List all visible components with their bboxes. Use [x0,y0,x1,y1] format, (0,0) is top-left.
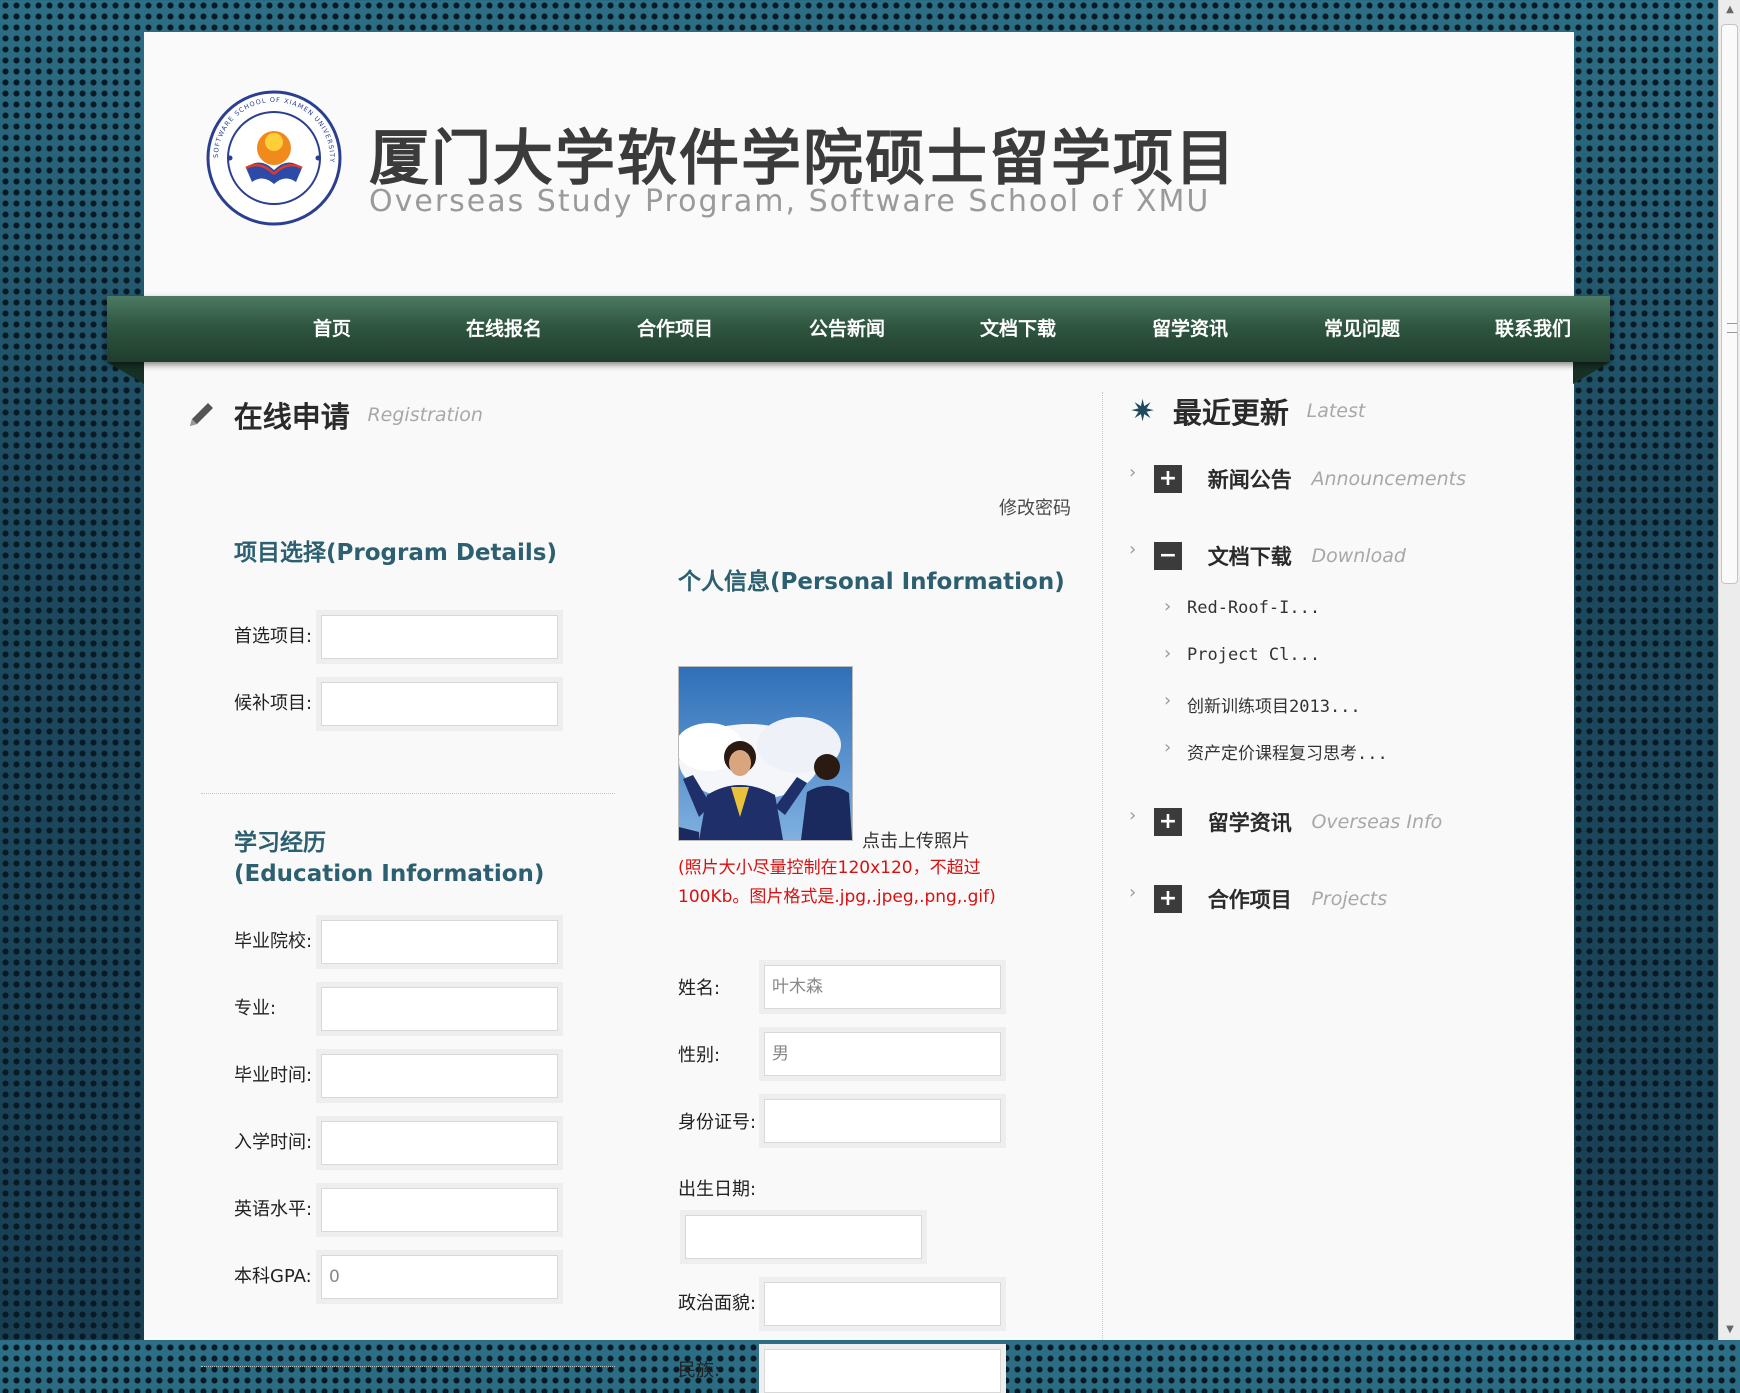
sidebar-item-label-en: Overseas Info [1311,811,1443,833]
scrollbar-grip-icon [1727,323,1737,333]
gender-label: 性别: [678,1045,721,1066]
political-status-field[interactable] [764,1282,1001,1326]
school-field[interactable] [321,920,558,964]
graduation-date-field[interactable] [321,1054,558,1098]
personal-info-title: 个人信息(Personal Information) [678,569,1065,595]
expand-icon[interactable]: + [1154,465,1182,493]
section-separator-2 [201,1366,615,1367]
chevron-right-icon: › [1129,539,1137,560]
chevron-right-icon: › [1164,643,1172,664]
gpa-label: 本科GPA: [234,1266,312,1287]
sidebar-item-label-en: Download [1311,545,1406,567]
birth-date-label: 出生日期: [678,1179,757,1200]
download-link[interactable]: Project Cl... [1187,645,1320,665]
main-content: 在线申请 Registration 修改密码 项目选择(Program Deta… [144,390,1574,1393]
graduation-date-label: 毕业时间: [234,1065,313,1086]
scrollbar-thumb[interactable] [1721,24,1738,584]
download-link[interactable]: Red-Roof-I... [1187,598,1320,618]
latest-updates-title: 最近更新 [1172,396,1289,430]
sidebar-item-announcements[interactable]: + 新闻公告 Announcements [1154,464,1466,498]
nav-item-downloads[interactable]: 文档下载 [958,296,1078,362]
section-separator [201,793,615,794]
major-label: 专业: [234,998,277,1019]
sidebar-item-label: 文档下载 [1207,545,1292,569]
gender-field[interactable]: 男 [764,1032,1001,1076]
sidebar-item-overseas-info[interactable]: + 留学资讯 Overseas Info [1154,807,1442,841]
first-choice-label: 首选项目: [234,626,313,647]
nav-item-news[interactable]: 公告新闻 [787,296,907,362]
ethnicity-field[interactable] [764,1349,1001,1393]
sidebar-item-label: 新闻公告 [1207,468,1292,492]
registration-title: 在线申请 [233,400,350,434]
expand-icon[interactable]: + [1154,808,1182,836]
nav-item-cooperation-projects[interactable]: 合作项目 [615,296,735,362]
profile-photo-image [679,667,852,840]
chevron-right-icon: › [1164,737,1172,758]
photo-requirements-note: (照片大小尽量控制在120x120，不超过100Kb。图片格式是.jpg,.jp… [678,858,996,907]
scroll-up-arrow-icon[interactable]: ▲ [1719,0,1740,20]
site-header: SOFTWARE SCHOOL OF XIAMEN UNIVERSITY 厦门大… [144,32,1574,296]
birth-date-field[interactable] [685,1215,922,1259]
first-choice-field[interactable] [321,615,558,659]
sidebar-item-label: 留学资讯 [1207,811,1292,835]
nav-item-online-registration[interactable]: 在线报名 [444,296,564,362]
name-label: 姓名: [678,978,721,999]
political-status-label: 政治面貌: [678,1293,757,1314]
chevron-right-icon: › [1129,805,1137,826]
name-field[interactable]: 叶木森 [764,965,1001,1009]
collapse-icon[interactable]: − [1154,542,1182,570]
nav-ribbon-fold-left [107,362,144,384]
school-logo: SOFTWARE SCHOOL OF XIAMEN UNIVERSITY [206,90,342,226]
education-title-line1: 学习经历 [234,830,326,856]
profile-photo[interactable] [678,666,853,841]
id-number-field[interactable] [764,1099,1001,1143]
change-password-link[interactable]: 修改密码 [999,494,1071,520]
registration-header: 在线申请 Registration [186,394,483,436]
alternate-choice-field[interactable] [321,682,558,726]
chevron-right-icon: › [1164,690,1172,711]
gpa-field[interactable]: 0 [321,1255,558,1299]
vertical-scrollbar[interactable]: ▲ ▼ [1718,0,1740,1340]
enrollment-date-field[interactable] [321,1121,558,1165]
sidebar-item-download[interactable]: − 文档下载 Download [1154,541,1406,575]
sidebar-item-label-en: Projects [1311,888,1388,910]
sidebar-item-label: 合作项目 [1207,888,1292,912]
nav-item-faq[interactable]: 常见问题 [1302,296,1422,362]
english-level-label: 英语水平: [234,1199,313,1220]
chevron-right-icon: › [1129,882,1137,903]
nav-ribbon-fold-right [1573,362,1610,384]
sidebar-item-projects[interactable]: + 合作项目 Projects [1154,884,1387,918]
chevron-right-icon: › [1129,462,1137,483]
column-divider [1102,392,1103,1340]
download-link[interactable]: 资产定价课程复习思考... [1187,739,1388,764]
latest-updates-header: ✷ 最近更新 Latest [1130,390,1365,432]
registration-title-en: Registration [367,404,483,426]
english-level-field[interactable] [321,1188,558,1232]
sparkle-icon: ✷ [1130,393,1156,429]
main-nav: 首页 在线报名 合作项目 公告新闻 文档下载 留学资讯 常见问题 联系我们 [107,296,1610,362]
scroll-down-arrow-icon[interactable]: ▼ [1719,1320,1740,1340]
page-container: SOFTWARE SCHOOL OF XIAMEN UNIVERSITY 厦门大… [144,32,1574,1393]
download-link[interactable]: 创新训练项目2013... [1187,692,1361,717]
upload-photo-link[interactable]: 点击上传照片 [862,827,970,853]
ethnicity-label: 民族: [678,1360,721,1381]
pencil-icon [190,403,213,426]
nav-item-study-abroad-info[interactable]: 留学资讯 [1130,296,1250,362]
nav-item-contact-us[interactable]: 联系我们 [1473,296,1593,362]
latest-updates-title-en: Latest [1306,400,1366,422]
major-field[interactable] [321,987,558,1031]
alternate-choice-label: 候补项目: [234,693,313,714]
school-label: 毕业院校: [234,931,313,952]
expand-icon[interactable]: + [1154,885,1182,913]
chevron-right-icon: › [1164,596,1172,617]
education-title-line2: (Education Information) [234,861,545,887]
education-title: 学习经历 (Education Information) [234,828,544,890]
site-subtitle: Overseas Study Program, Software School … [369,184,1211,219]
sidebar-item-label-en: Announcements [1311,468,1466,490]
id-number-label: 身份证号: [678,1112,757,1133]
enrollment-date-label: 入学时间: [234,1132,313,1153]
nav-item-home[interactable]: 首页 [272,296,392,362]
program-details-title: 项目选择(Program Details) [234,540,557,566]
